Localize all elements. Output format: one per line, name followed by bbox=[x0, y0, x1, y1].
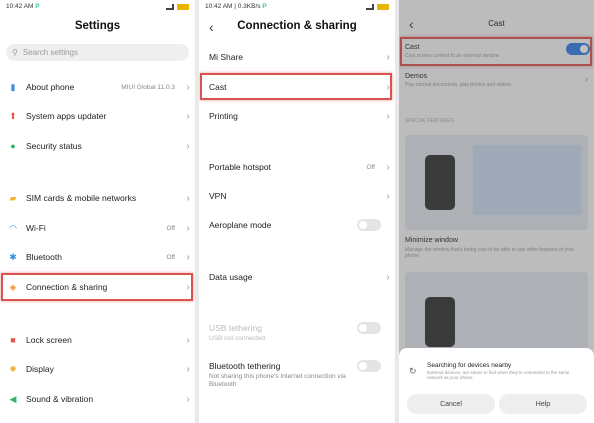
hotspot-item[interactable]: Portable hotspot Off › bbox=[199, 157, 395, 177]
help-button[interactable]: Help bbox=[499, 394, 587, 414]
chevron-right-icon: › bbox=[386, 110, 390, 122]
vpn-item[interactable]: VPN › bbox=[199, 186, 395, 206]
sim-icon: ▰ bbox=[9, 192, 17, 203]
cancel-button[interactable]: Cancel bbox=[407, 394, 495, 414]
search-devices-sheet: ↻ Searching for devices nearby External … bbox=[399, 348, 594, 423]
connection-sharing-highlight bbox=[1, 273, 193, 301]
printing-item[interactable]: Printing › bbox=[199, 106, 395, 126]
page-title: Connection & sharing bbox=[237, 20, 357, 32]
status-bar: 10:42 AM P bbox=[0, 0, 195, 13]
signal-icon bbox=[166, 3, 174, 10]
chevron-right-icon: › bbox=[386, 161, 390, 173]
aeroplane-item[interactable]: Aeroplane mode bbox=[199, 215, 395, 235]
lock-icon: ■ bbox=[10, 335, 16, 345]
loading-spinner-icon: ↻ bbox=[409, 366, 417, 376]
settings-item-3[interactable]: ▰ SIM cards & mobile networks › bbox=[0, 188, 195, 208]
bt-tethering-label: Bluetooth tethering bbox=[209, 361, 281, 371]
printing-label: Printing bbox=[209, 111, 238, 121]
search-icon: ⚲ bbox=[12, 48, 18, 57]
settings-item-label: System apps updater bbox=[26, 111, 107, 121]
settings-item-value: Off bbox=[166, 253, 175, 261]
chevron-right-icon: › bbox=[186, 393, 190, 405]
settings-item-label: Lock screen bbox=[26, 335, 72, 345]
settings-item-value: Off bbox=[166, 224, 175, 232]
bt-tethering-sub: Not sharing this phone's Internet connec… bbox=[209, 373, 346, 389]
settings-item-7[interactable]: ■ Lock screen › bbox=[0, 330, 195, 350]
signal-icon bbox=[366, 3, 374, 10]
status-time: 10:42 AM | 0.3KB/s bbox=[205, 3, 261, 10]
chevron-right-icon: › bbox=[186, 222, 190, 234]
settings-item-0[interactable]: ▮ About phone MIUI Global 11.0.3 › bbox=[0, 77, 195, 97]
wifi-icon: ◠ bbox=[9, 222, 17, 233]
cast-screen: ‹ Cast Cast Cast screen content to an ex… bbox=[399, 0, 594, 423]
chevron-right-icon: › bbox=[186, 140, 190, 152]
settings-item-value: MIUI Global 11.0.3 bbox=[121, 83, 175, 91]
hotspot-value: Off bbox=[366, 163, 375, 171]
usb-tethering-sub: USB not connected bbox=[209, 335, 266, 342]
chevron-right-icon: › bbox=[186, 334, 190, 346]
settings-item-label: SIM cards & mobile networks bbox=[26, 193, 137, 203]
status-time: 10:42 AM bbox=[6, 3, 34, 10]
chevron-right-icon: › bbox=[186, 363, 190, 375]
settings-item-label: Security status bbox=[26, 141, 82, 151]
settings-item-label: Display bbox=[26, 364, 54, 374]
data-usage-item[interactable]: Data usage › bbox=[199, 267, 395, 287]
settings-item-9[interactable]: ◀ Sound & vibration › bbox=[0, 389, 195, 409]
status-bar: 10:42 AM | 0.3KB/s P bbox=[199, 0, 395, 13]
chevron-right-icon: › bbox=[386, 51, 390, 63]
usb-tethering-toggle[interactable] bbox=[357, 322, 381, 334]
search-placeholder: Search settings bbox=[22, 48, 78, 57]
settings-item-1[interactable]: ⬆ System apps updater › bbox=[0, 106, 195, 126]
chevron-right-icon: › bbox=[186, 251, 190, 263]
chevron-right-icon: › bbox=[386, 190, 390, 202]
speaker-icon: ◀ bbox=[9, 393, 17, 404]
connection-sharing-screen: 10:42 AM | 0.3KB/s P ‹ Connection & shar… bbox=[199, 0, 395, 423]
searching-sub: External devices, are easier to find whe… bbox=[427, 370, 570, 381]
settings-item-5[interactable]: ✱ Bluetooth Off › bbox=[0, 247, 195, 267]
bt-tethering-toggle[interactable] bbox=[357, 360, 381, 372]
settings-item-4[interactable]: ◠ Wi-Fi Off › bbox=[0, 218, 195, 238]
settings-item-2[interactable]: ● Security status › bbox=[0, 136, 195, 156]
vpn-label: VPN bbox=[209, 191, 227, 201]
chevron-right-icon: › bbox=[186, 81, 190, 93]
settings-item-label: Wi-Fi bbox=[26, 223, 46, 233]
chevron-right-icon: › bbox=[386, 271, 390, 283]
chevron-right-icon: › bbox=[186, 110, 190, 122]
aeroplane-label: Aeroplane mode bbox=[209, 220, 272, 230]
aeroplane-toggle[interactable] bbox=[357, 219, 381, 231]
hotspot-label: Portable hotspot bbox=[209, 162, 271, 172]
battery-icon bbox=[177, 3, 189, 10]
mi-share-item[interactable]: Mi Share › bbox=[199, 47, 395, 67]
page-title: Settings bbox=[74, 20, 121, 32]
settings-item-label: Sound & vibration bbox=[26, 394, 94, 404]
battery-icon bbox=[377, 3, 389, 10]
phone-icon: ▮ bbox=[10, 81, 16, 92]
arrow-up-icon: ⬆ bbox=[9, 110, 17, 121]
mi-share-label: Mi Share bbox=[209, 52, 244, 62]
data-usage-label: Data usage bbox=[209, 272, 253, 282]
settings-screen: 10:42 AM P Settings ⚲ Search settings ▮ A… bbox=[0, 0, 195, 423]
cast-highlight bbox=[200, 73, 392, 100]
usb-tethering-label: USB tethering bbox=[209, 323, 262, 333]
bluetooth-icon: ✱ bbox=[9, 251, 17, 262]
settings-item-label: About phone bbox=[26, 82, 75, 92]
chevron-right-icon: › bbox=[186, 192, 190, 204]
settings-item-label: Bluetooth bbox=[26, 252, 62, 262]
sun-icon: ✹ bbox=[9, 363, 17, 374]
search-input[interactable]: ⚲ Search settings bbox=[6, 44, 189, 61]
settings-item-8[interactable]: ✹ Display › bbox=[0, 359, 195, 379]
shield-check-icon: ● bbox=[10, 141, 16, 151]
searching-label: Searching for devices nearby bbox=[427, 362, 512, 369]
